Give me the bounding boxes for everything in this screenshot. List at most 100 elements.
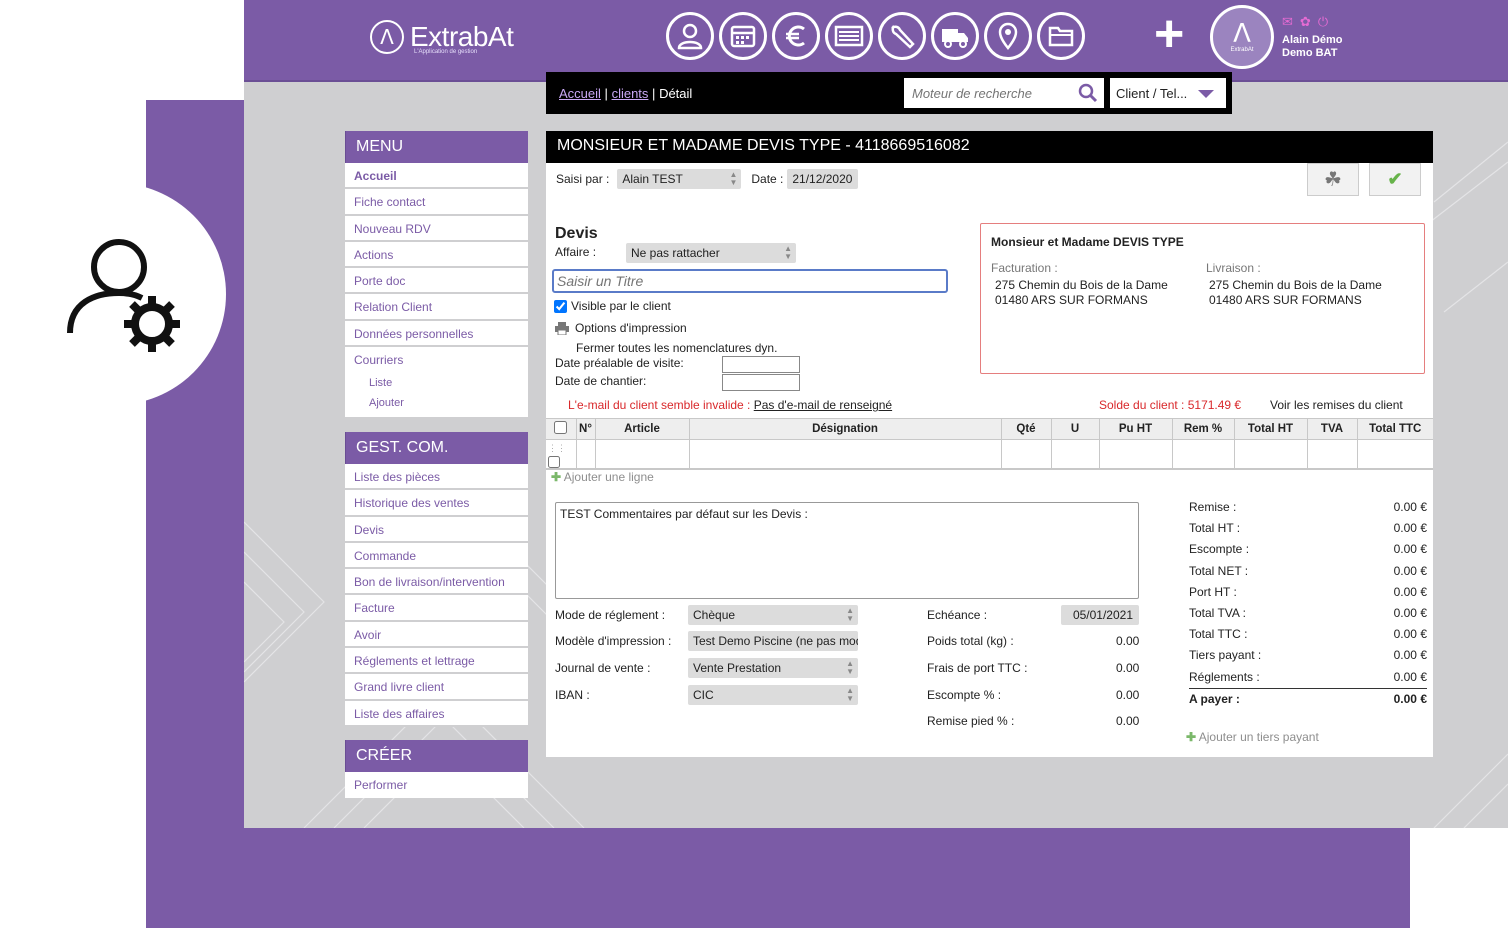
search-input[interactable] (912, 85, 1072, 101)
add-tiers-button[interactable]: ✚ Ajouter un tiers payant (1186, 730, 1319, 744)
menu-sub-liste[interactable]: Liste (345, 373, 528, 393)
total-label: Escompte : (1189, 542, 1250, 557)
menu-item-avoir[interactable]: Avoir (345, 622, 528, 649)
settings-icon[interactable]: ✿ (1300, 14, 1311, 30)
breadcrumb-home-link[interactable]: Accueil (559, 86, 601, 101)
row-cell[interactable] (1357, 439, 1433, 470)
journal-select[interactable]: Vente Prestation ▲ ▼ (688, 658, 858, 678)
wrench-icon[interactable] (878, 12, 926, 60)
escompte-value[interactable]: 0.00 (1116, 688, 1139, 702)
euro-icon[interactable] (772, 12, 820, 60)
user-icon[interactable] (666, 12, 714, 60)
affaire-select[interactable]: Ne pas rattacher ▲ ▼ (626, 243, 796, 263)
menu-item-commande[interactable]: Commande (345, 543, 528, 570)
menu-item-reglements[interactable]: Réglements et lettrage (345, 648, 528, 675)
menu-item-liste-affaires[interactable]: Liste des affaires (345, 701, 528, 727)
document-panel: MONSIEUR ET MADAME DEVIS TYPE - 41186695… (546, 131, 1433, 757)
folder-icon[interactable] (1037, 12, 1085, 60)
menu-item-courriers[interactable]: Courriers (345, 347, 528, 373)
menu-item-facture[interactable]: Facture (345, 595, 528, 622)
email-link[interactable]: Pas d'e-mail de renseigné (754, 398, 892, 412)
total-label: Réglements : (1189, 669, 1260, 684)
poids-value[interactable]: 0.00 (1116, 634, 1139, 648)
avatar-logo-label: ExtrabAt (1230, 47, 1254, 53)
row-checkbox[interactable] (548, 455, 560, 468)
remises-link[interactable]: Voir les remises du client (1270, 398, 1403, 412)
client-address-card: Monsieur et Madame DEVIS TYPE Facturatio… (980, 223, 1425, 374)
calendar-icon[interactable] (719, 12, 767, 60)
total-label: Total TTC : (1189, 627, 1248, 642)
menu-title: MENU (345, 131, 528, 163)
search-type-select[interactable]: Client / Tel... (1110, 78, 1226, 108)
echeance-field[interactable]: 05/01/2021 (1061, 605, 1139, 625)
select-all-cell (546, 418, 577, 440)
truck-icon[interactable] (931, 12, 979, 60)
comment-textarea[interactable]: TEST Commentaires par défaut sur les Dev… (555, 502, 1139, 599)
messages-icon[interactable]: ✉ (1282, 14, 1293, 30)
create-plus-button[interactable]: + (1154, 8, 1184, 60)
saisi-select[interactable]: Alain TEST ▲ ▼ (617, 169, 742, 189)
gestcom-panel: GEST. COM. Liste des pièces Historique d… (345, 432, 528, 727)
menu-item-nouveau-rdv[interactable]: Nouveau RDV (345, 216, 528, 242)
row-cell[interactable] (1307, 439, 1358, 470)
mode-select[interactable]: Chèque ▲ ▼ (688, 605, 858, 625)
visible-checkbox[interactable] (554, 299, 567, 313)
menu-item-historique-ventes[interactable]: Historique des ventes (345, 490, 528, 517)
client-balance: Solde du client : 5171.49 € (1099, 398, 1242, 412)
title-input[interactable] (552, 269, 948, 293)
print-options[interactable]: Options d'impression (555, 321, 687, 335)
table-row: ⋮⋮ (546, 439, 1433, 470)
drag-handle-icon[interactable]: ⋮⋮ (548, 443, 566, 453)
validate-button[interactable]: ✔ (1369, 163, 1421, 196)
date-chantier-input[interactable] (722, 374, 800, 391)
menu-item-porte-doc[interactable]: Porte doc (345, 268, 528, 295)
menu-sub-ajouter[interactable]: Ajouter (345, 393, 528, 413)
search-icon[interactable] (1078, 83, 1098, 103)
clover-button[interactable]: ☘ (1307, 163, 1359, 196)
menu-item-performer[interactable]: Performer (345, 772, 528, 798)
total-value: 0.00 € (1393, 584, 1427, 599)
menu-panel: MENU Accueil Fiche contact Nouveau RDV A… (345, 131, 528, 418)
menu-item-grand-livre[interactable]: Grand livre client (345, 674, 528, 701)
map-pin-icon[interactable] (984, 12, 1032, 60)
brand-name: ExtrabAt (410, 21, 514, 52)
modele-select[interactable]: Test Demo Piscine (ne pas modi (688, 631, 858, 651)
remise-pied-value[interactable]: 0.00 (1116, 714, 1139, 728)
saisi-label: Saisi par : (556, 172, 610, 186)
menu-item-relation-client[interactable]: Relation Client (345, 294, 528, 321)
table-icon[interactable] (825, 12, 873, 60)
frais-value[interactable]: 0.00 (1116, 661, 1139, 675)
row-cell[interactable] (1172, 439, 1235, 470)
select-all-checkbox[interactable] (554, 421, 568, 434)
total-value: 0.00 € (1393, 648, 1427, 663)
row-cell[interactable] (1099, 439, 1173, 470)
menu-item-liste-pieces[interactable]: Liste des pièces (345, 464, 528, 491)
date-field[interactable]: 21/12/2020 (787, 169, 859, 189)
row-cell[interactable] (576, 439, 596, 470)
row-cell[interactable] (595, 439, 690, 470)
menu-item-donnees-personnelles[interactable]: Données personnelles (345, 321, 528, 348)
breadcrumb-clients-link[interactable]: clients (612, 86, 649, 101)
breadcrumb-separator: | (604, 86, 608, 101)
row-cell[interactable] (689, 439, 1002, 470)
menu-item-accueil[interactable]: Accueil (345, 163, 528, 190)
fermer-nomenclatures-link[interactable]: Fermer toutes les nomenclatures dyn. (576, 341, 777, 355)
menu-item-actions[interactable]: Actions (345, 242, 528, 269)
power-icon[interactable]: ⏻ (1318, 14, 1328, 30)
total-label: Total NET : (1189, 563, 1249, 578)
add-line-button[interactable]: ✚ Ajouter une ligne (551, 470, 654, 484)
saisi-row: Saisi par : Alain TEST ▲ ▼ Date : 21/12/20… (556, 169, 859, 189)
menu-item-devis[interactable]: Devis (345, 517, 528, 543)
date-visite-input[interactable] (722, 356, 800, 373)
total-value: 0.00 € (1393, 669, 1427, 684)
iban-select[interactable]: CIC ▲ ▼ (688, 685, 858, 705)
menu-item-fiche-contact[interactable]: Fiche contact (345, 189, 528, 216)
row-cell[interactable] (1051, 439, 1100, 470)
creer-panel: CRÉER Performer (345, 740, 528, 799)
row-cell[interactable] (1234, 439, 1308, 470)
user-avatar[interactable]: Λ ExtrabAt (1210, 5, 1274, 69)
row-cell[interactable] (1001, 439, 1052, 470)
brand-logo[interactable]: Λ ExtrabAt L'Application de gestion (370, 20, 514, 55)
total-row: Total HT : 0.00 € (1189, 518, 1427, 539)
menu-item-bon-livraison[interactable]: Bon de livraison/intervention (345, 569, 528, 596)
